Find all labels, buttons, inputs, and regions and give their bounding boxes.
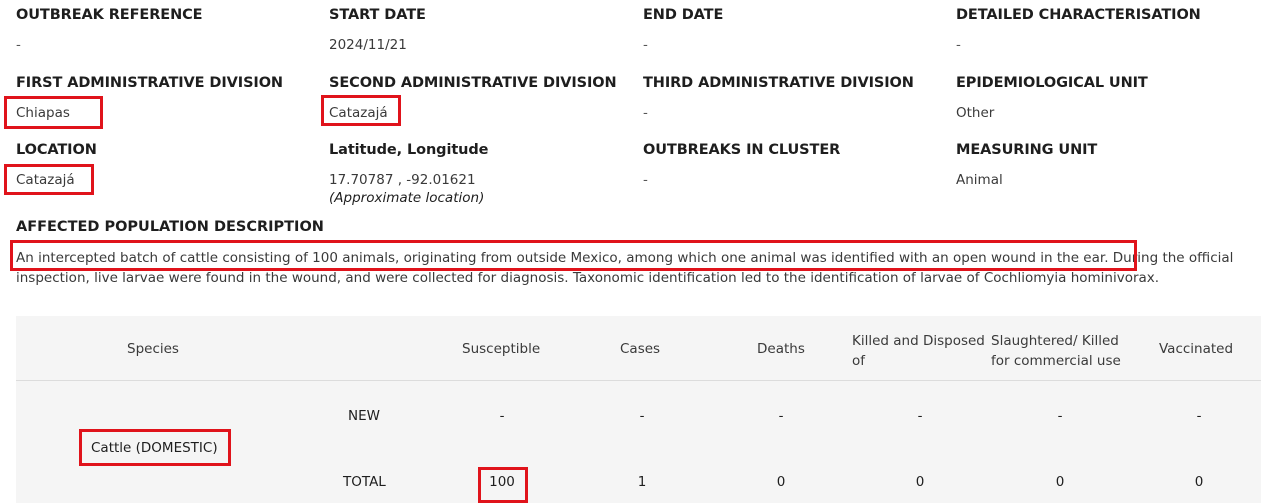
detailed-characterisation-value: - [956, 37, 961, 53]
header-vaccinated: Vaccinated [1159, 341, 1234, 357]
total-killed-disposed: 0 [915, 474, 925, 490]
affected-population-label: AFFECTED POPULATION DESCRIPTION [16, 219, 324, 235]
end-date-field: END DATE - [643, 7, 723, 53]
new-killed-disposed: - [917, 408, 923, 424]
new-slaughtered: - [1057, 408, 1063, 424]
epidemiological-unit-label: EPIDEMIOLOGICAL UNIT [956, 75, 1148, 91]
measuring-unit-value: Animal [956, 172, 1003, 188]
start-date-field: START DATE 2024/11/21 [329, 7, 426, 53]
measuring-unit-label: MEASURING UNIT [956, 142, 1098, 158]
row-type-total: TOTAL [343, 474, 386, 490]
highlight-box-chiapas [4, 96, 103, 129]
total-vaccinated: 0 [1194, 474, 1204, 490]
header-species: Species [127, 341, 179, 357]
start-date-value: 2024/11/21 [329, 37, 407, 53]
header-slaughtered: Slaughtered/ Killed for commercial use [991, 333, 1121, 369]
new-cases: - [639, 408, 645, 424]
third-admin-division-value: - [643, 105, 648, 121]
first-admin-division-label: FIRST ADMINISTRATIVE DIVISION [16, 75, 283, 91]
outbreaks-in-cluster-label: OUTBREAKS IN CLUSTER [643, 142, 841, 158]
outbreaks-in-cluster-field: OUTBREAKS IN CLUSTER - [643, 142, 840, 188]
total-cases: 1 [637, 474, 647, 490]
start-date-label: START DATE [329, 7, 426, 23]
detailed-characterisation-label: DETAILED CHARACTERISATION [956, 7, 1201, 23]
new-susceptible: - [499, 408, 505, 424]
measuring-unit-field: MEASURING UNIT Animal [956, 142, 1097, 188]
highlight-box-description [10, 240, 1137, 271]
lat-long-value: 17.70787 , -92.01621 [329, 172, 476, 188]
third-admin-division-field: THIRD ADMINISTRATIVE DIVISION - [643, 75, 914, 121]
new-vaccinated: - [1196, 408, 1202, 424]
header-susceptible: Susceptible [462, 341, 541, 357]
epidemiological-unit-value: Other [956, 105, 995, 121]
highlight-box-species [79, 429, 231, 466]
header-cases: Cases [620, 341, 661, 357]
third-admin-division-label: THIRD ADMINISTRATIVE DIVISION [643, 75, 914, 91]
header-killed-disposed: Killed and Disposed of [852, 333, 985, 369]
highlight-box-catazaja-division [321, 95, 401, 126]
table-header: Species Susceptible Cases Deaths Killed … [16, 316, 1261, 381]
total-deaths: 0 [776, 474, 786, 490]
total-slaughtered: 0 [1055, 474, 1065, 490]
detailed-characterisation-field: DETAILED CHARACTERISATION - [956, 7, 1201, 53]
second-admin-division-label: SECOND ADMINISTRATIVE DIVISION [329, 75, 617, 91]
lat-long-field: Latitude, Longitude 17.70787 , -92.01621… [329, 142, 489, 206]
end-date-value: - [643, 37, 648, 53]
highlight-box-location [4, 164, 94, 195]
location-label: LOCATION [16, 142, 97, 158]
species-table: Species Susceptible Cases Deaths Killed … [16, 316, 1261, 503]
epidemiological-unit-field: EPIDEMIOLOGICAL UNIT Other [956, 75, 1148, 121]
header-deaths: Deaths [757, 341, 805, 357]
highlight-box-susceptible-total [478, 467, 528, 503]
outbreak-reference-value: - [16, 37, 21, 53]
outbreaks-in-cluster-value: - [643, 172, 648, 188]
row-type-new: NEW [348, 408, 380, 424]
new-deaths: - [778, 408, 784, 424]
outbreak-reference-label: OUTBREAK REFERENCE [16, 7, 203, 23]
lat-long-label: Latitude, Longitude [329, 142, 489, 158]
approximate-location-note: (Approximate location) [329, 190, 485, 206]
end-date-label: END DATE [643, 7, 724, 23]
outbreak-reference-field: OUTBREAK REFERENCE - [16, 7, 203, 53]
